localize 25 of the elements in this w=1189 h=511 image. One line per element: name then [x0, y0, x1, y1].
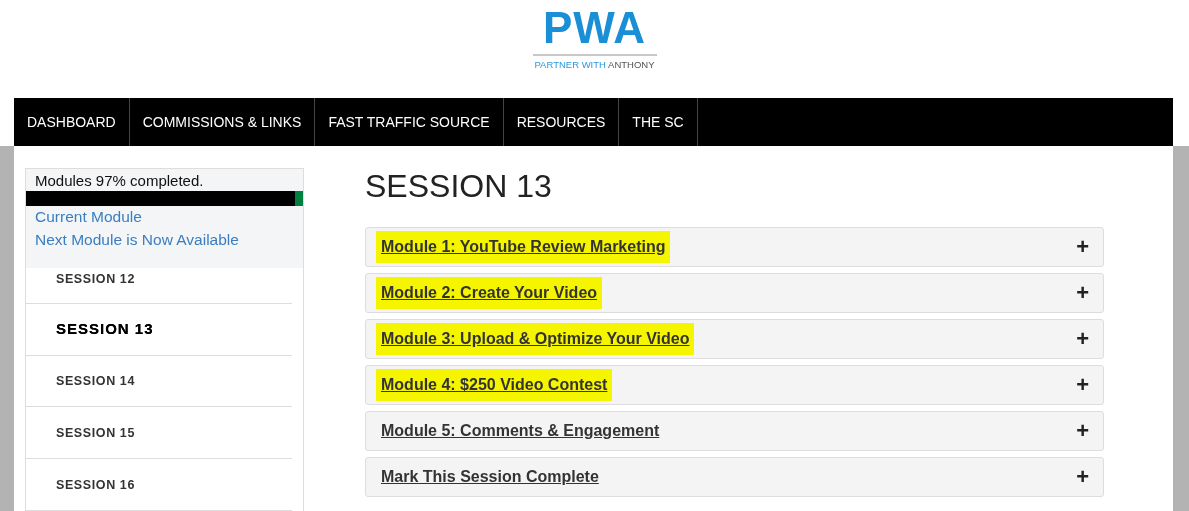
expand-toggle[interactable]: + [1076, 374, 1089, 396]
expand-toggle[interactable]: + [1076, 420, 1089, 442]
session-item[interactable]: SESSION 14 [26, 355, 292, 408]
module-link[interactable]: Current Module [26, 206, 303, 229]
session-item[interactable]: SESSION 13 [26, 303, 292, 356]
expand-toggle[interactable]: + [1076, 236, 1089, 258]
module-header[interactable]: Module 2: Create Your Video + [365, 273, 1104, 313]
expand-toggle[interactable]: + [1076, 282, 1089, 304]
module-header[interactable]: Module 1: YouTube Review Marketing + [365, 227, 1104, 267]
expand-toggle[interactable]: + [1076, 466, 1089, 488]
session-item[interactable]: SESSION 12 [26, 268, 292, 304]
progress-text: Modules 97% completed. [34, 171, 205, 191]
logo-mark: PWA [542, 6, 647, 50]
module-link[interactable]: Mark This Session Complete [381, 466, 599, 488]
logo-tagline: PARTNER WITH ANTHONY [534, 59, 655, 70]
module-link[interactable]: Next Module is Now Available [26, 229, 303, 252]
module-header[interactable]: Module 3: Upload & Optimize Your Video + [365, 319, 1104, 359]
expand-toggle[interactable]: + [1076, 328, 1089, 350]
module-header[interactable]: Module 5: Comments & Engagement + [365, 411, 1104, 451]
session-item[interactable]: SESSION 16 [26, 459, 292, 511]
page-title: SESSION 13 [365, 168, 553, 204]
module-link[interactable]: Module 5: Comments & Engagement [381, 420, 660, 442]
module-header[interactable]: Mark This Session Complete + [365, 457, 1104, 497]
module-header[interactable]: Module 4: $250 Video Contest + [365, 365, 1104, 405]
session-item[interactable]: SESSION 15 [26, 407, 292, 460]
